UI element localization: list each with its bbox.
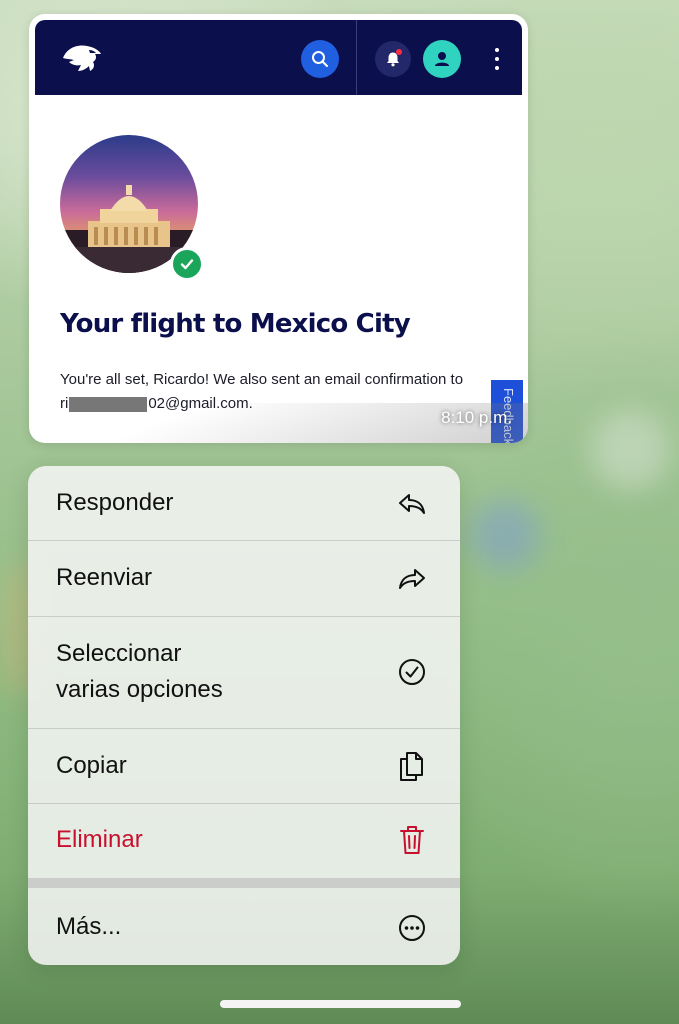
email-body-text: You're all set, Ricardo! We also sent an… bbox=[60, 371, 464, 388]
menu-item-reply[interactable]: Responder bbox=[28, 466, 460, 541]
context-menu: Responder Reenviar Seleccionar varias op… bbox=[28, 466, 460, 965]
header-divider bbox=[356, 20, 357, 95]
eagle-logo-icon bbox=[59, 38, 105, 78]
background-blur bbox=[590, 410, 670, 490]
trash-icon bbox=[396, 824, 428, 856]
menu-item-more[interactable]: Más... bbox=[28, 888, 460, 965]
menu-item-delete[interactable]: Eliminar bbox=[28, 804, 460, 878]
copy-icon bbox=[396, 750, 428, 782]
more-circle-icon bbox=[396, 912, 428, 944]
search-button[interactable] bbox=[301, 40, 339, 78]
menu-item-label: Seleccionar varias opciones bbox=[56, 636, 223, 708]
more-vertical-icon[interactable] bbox=[493, 44, 501, 74]
menu-item-label: Reenviar bbox=[56, 564, 153, 591]
menu-group-separator bbox=[28, 878, 460, 888]
notifications-button[interactable] bbox=[375, 41, 411, 77]
search-icon bbox=[312, 51, 328, 67]
reply-icon bbox=[396, 488, 428, 520]
check-circle-icon bbox=[396, 656, 428, 688]
menu-item-copy[interactable]: Copiar bbox=[28, 729, 460, 804]
user-icon bbox=[435, 52, 449, 66]
account-button[interactable] bbox=[423, 40, 461, 78]
confirmed-check-icon bbox=[170, 247, 204, 281]
email-title: Your flight to Mexico City bbox=[60, 309, 411, 339]
menu-item-forward[interactable]: Reenviar bbox=[28, 541, 460, 616]
message-preview-card[interactable]: Your flight to Mexico City You're all se… bbox=[29, 14, 528, 443]
menu-item-select-multiple[interactable]: Seleccionar varias opciones bbox=[28, 617, 460, 728]
menu-item-label-line2: varias opciones bbox=[56, 676, 223, 703]
message-time: 8:10 p.m. bbox=[441, 408, 512, 427]
background-blur bbox=[470, 500, 540, 570]
notification-dot bbox=[396, 49, 402, 55]
email-header-bar bbox=[35, 20, 522, 95]
home-indicator[interactable] bbox=[220, 1000, 461, 1008]
menu-item-label: Copiar bbox=[56, 752, 127, 779]
menu-item-label: Más... bbox=[56, 913, 122, 940]
forward-icon bbox=[396, 563, 428, 595]
menu-item-label: Responder bbox=[56, 489, 174, 516]
menu-item-label-line1: Seleccionar bbox=[56, 640, 182, 667]
menu-item-label: Eliminar bbox=[56, 826, 143, 853]
